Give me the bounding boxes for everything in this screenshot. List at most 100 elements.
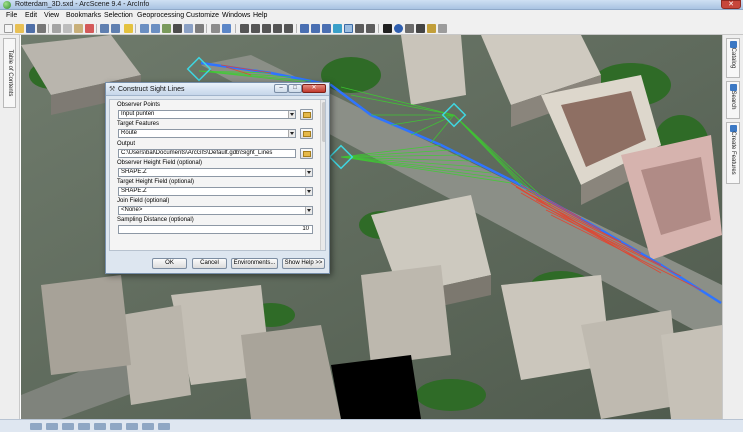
target-features-combo[interactable]: Route [118, 129, 296, 138]
table-of-contents-tab[interactable]: Table of Contents [3, 38, 16, 108]
taskbar-app-icon[interactable] [94, 423, 106, 430]
editor-icon[interactable] [211, 24, 220, 33]
observer-height-label: Observer Height Field (optional) [117, 160, 203, 166]
create-features-tab[interactable]: Create Features [726, 122, 740, 184]
sampling-distance-field[interactable]: 10 [118, 225, 313, 234]
taskbar-app-icon[interactable] [30, 423, 42, 430]
target-features-label: Target Features [117, 121, 160, 127]
copy-icon[interactable] [63, 24, 72, 33]
construct-sight-lines-dialog: ⚒ Construct Sight Lines – □ ✕ Observer P… [105, 82, 330, 274]
output-browse-button[interactable] [300, 148, 313, 159]
help-pointer-icon[interactable] [222, 24, 231, 33]
environments-button[interactable]: Environments... [231, 258, 278, 269]
catalog-tab[interactable]: Catalog [726, 38, 740, 78]
join-field-combo[interactable]: <None> [118, 206, 313, 215]
open-folder-icon[interactable] [15, 24, 24, 33]
zoom-out-icon[interactable] [311, 24, 320, 33]
taskbar-app-icon[interactable] [142, 423, 154, 430]
menu-windows[interactable]: Windows [222, 10, 250, 22]
right-dock-panel: Catalog Search Create Features [722, 35, 743, 419]
chevron-down-icon[interactable] [288, 111, 295, 118]
undo-icon[interactable] [100, 24, 109, 33]
search-tab[interactable]: Search [726, 81, 740, 119]
target-features-browse-button[interactable] [300, 128, 313, 139]
dialog-title-bar[interactable]: ⚒ Construct Sight Lines – □ ✕ [106, 83, 329, 96]
select-pointer-icon[interactable] [383, 24, 392, 33]
fly-icon[interactable] [251, 24, 260, 33]
print-icon[interactable] [37, 24, 46, 33]
window-title: Rotterdam_3D.sxd - ArcScene 9.4 - ArcInf… [15, 1, 150, 8]
dialog-parameters-panel: Observer Points Input punten Target Feat… [109, 99, 326, 251]
toolbar-separator [235, 24, 236, 33]
toolbar-separator [296, 24, 297, 33]
menu-customize[interactable]: Customize [186, 10, 219, 22]
ok-button[interactable]: OK [152, 258, 187, 269]
delete-icon[interactable] [85, 24, 94, 33]
taskbar-app-icon[interactable] [62, 423, 74, 430]
layer-icon[interactable] [151, 24, 160, 33]
swipe-icon[interactable] [366, 24, 375, 33]
show-help-button[interactable]: Show Help >> [282, 258, 325, 269]
taskbar-app-icon[interactable] [126, 423, 138, 430]
cancel-button[interactable]: Cancel [192, 258, 227, 269]
taskbar-app-icon[interactable] [158, 423, 170, 430]
menu-bookmarks[interactable]: Bookmarks [66, 10, 101, 22]
scrollbar-thumb[interactable] [322, 102, 325, 142]
redo-icon[interactable] [111, 24, 120, 33]
taskbar-app-icon[interactable] [46, 423, 58, 430]
dialog-scrollbar[interactable] [320, 100, 325, 250]
menu-geoprocessing[interactable]: Geoprocessing [137, 10, 184, 22]
add-data-icon[interactable] [124, 24, 133, 33]
dialog-maximize-button[interactable]: □ [288, 84, 302, 93]
navigate-icon[interactable] [240, 24, 249, 33]
python-icon[interactable] [195, 24, 204, 33]
observer-points-browse-button[interactable] [300, 109, 313, 120]
target-features-value: Route [121, 130, 138, 136]
expand-fov-icon[interactable] [355, 24, 364, 33]
chevron-down-icon[interactable] [305, 207, 312, 214]
output-path-field[interactable]: C:\Users\bal\Documents\ArcGIS\Default.gd… [118, 149, 296, 158]
output-path-value: C:\Users\bal\Documents\ArcGIS\Default.gd… [121, 150, 273, 156]
toolbar-separator [135, 24, 136, 33]
observer-height-combo[interactable]: SHAPE.Z [118, 168, 313, 177]
narrow-fov-icon[interactable] [344, 24, 353, 33]
menu-help[interactable]: Help [253, 10, 267, 22]
paste-icon[interactable] [74, 24, 83, 33]
cut-icon[interactable] [52, 24, 61, 33]
dialog-close-button[interactable]: ✕ [302, 84, 326, 93]
join-field-value: <None> [121, 207, 143, 213]
command-line-icon[interactable] [173, 24, 182, 33]
measure-icon[interactable] [405, 24, 414, 33]
menu-edit[interactable]: Edit [25, 10, 37, 22]
chevron-down-icon[interactable] [305, 188, 312, 195]
scene-properties-icon[interactable] [140, 24, 149, 33]
menu-selection[interactable]: Selection [104, 10, 133, 22]
identify-icon[interactable] [394, 24, 403, 33]
folder-icon [303, 131, 311, 137]
find-binoculars-icon[interactable] [416, 24, 425, 33]
menu-view[interactable]: View [44, 10, 59, 22]
new-document-icon[interactable] [4, 24, 13, 33]
menu-file[interactable]: File [6, 10, 17, 22]
hammer-icon: ⚒ [109, 86, 116, 93]
arctoolbox-icon[interactable] [162, 24, 171, 33]
animation-icon[interactable] [427, 24, 436, 33]
zoom-to-target-icon[interactable] [273, 24, 282, 33]
set-observer-icon[interactable] [284, 24, 293, 33]
zoom-in-icon[interactable] [300, 24, 309, 33]
layout-icon[interactable] [438, 24, 447, 33]
window-close-button[interactable]: ✕ [721, 0, 741, 9]
dialog-minimize-button[interactable]: – [274, 84, 288, 93]
pan-icon[interactable] [322, 24, 331, 33]
observer-points-combo[interactable]: Input punten [118, 110, 296, 119]
chevron-down-icon[interactable] [288, 130, 295, 137]
target-height-combo[interactable]: SHAPE.Z [118, 187, 313, 196]
taskbar-app-icon[interactable] [110, 423, 122, 430]
save-icon[interactable] [26, 24, 35, 33]
chevron-down-icon[interactable] [305, 169, 312, 176]
join-field-label: Join Field (optional) [117, 198, 170, 204]
taskbar-app-icon[interactable] [78, 423, 90, 430]
target-center-icon[interactable] [262, 24, 271, 33]
model-builder-icon[interactable] [184, 24, 193, 33]
full-extent-icon[interactable] [333, 24, 342, 33]
